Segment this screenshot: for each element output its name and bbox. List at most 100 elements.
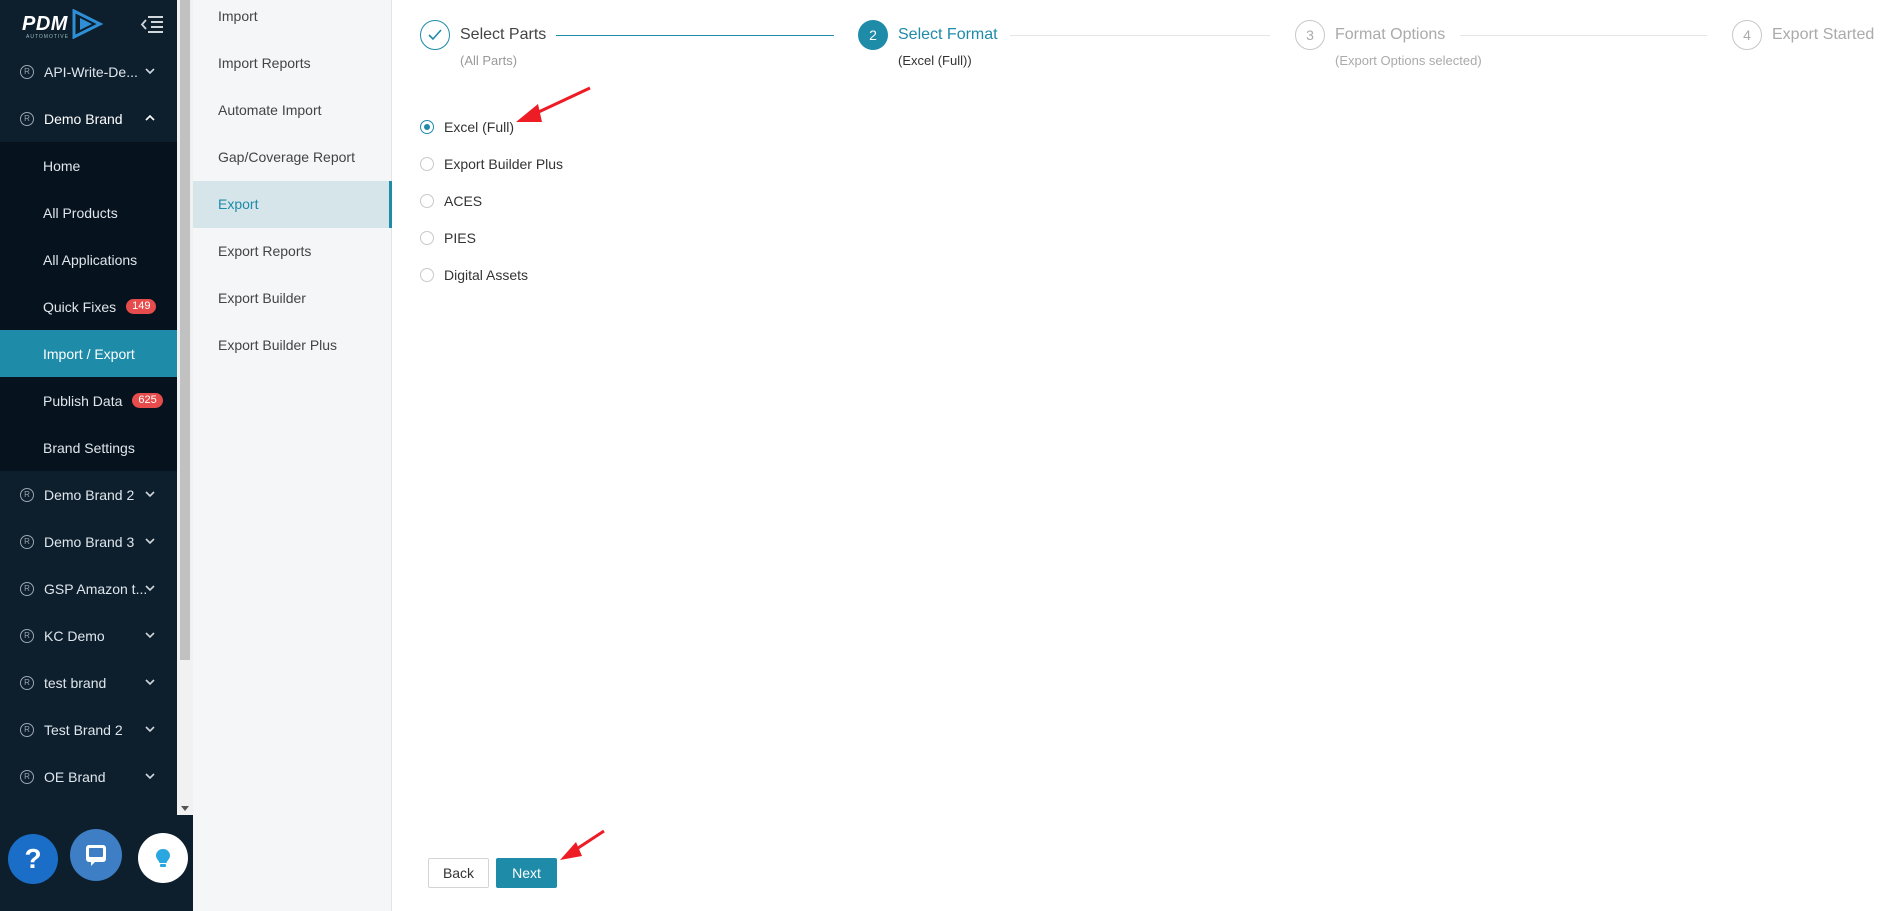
sidebar-item-all-products[interactable]: All Products (0, 189, 177, 236)
brand-label: GSP Amazon t... (44, 580, 148, 597)
import-export-submenu: Import Import Reports Automate Import Ga… (193, 0, 392, 911)
chevron-down-icon (145, 679, 155, 686)
option-label: PIES (444, 229, 476, 246)
sidebar-brand-gsp-amazon[interactable]: R GSP Amazon t... (0, 565, 177, 612)
submenu-item-gap-coverage-report[interactable]: Gap/Coverage Report (193, 134, 391, 181)
radio-button[interactable] (420, 156, 434, 171)
registered-icon: R (20, 487, 34, 502)
sidebar-item-label: Home (43, 157, 81, 174)
registered-icon: R (20, 581, 34, 596)
sidebar-item-label: Import / Export (43, 345, 135, 362)
step-title: Export Started (1772, 26, 1875, 43)
sidebar-brand-demo-brand-2[interactable]: R Demo Brand 2 (0, 471, 177, 518)
sidebar-brand-kc-demo[interactable]: R KC Demo (0, 612, 177, 659)
registered-icon: R (20, 534, 34, 549)
check-icon (420, 20, 450, 50)
format-option-aces[interactable]: ACES (420, 182, 563, 219)
submenu-item-export-builder-plus[interactable]: Export Builder Plus (193, 322, 391, 369)
brand-label: test brand (44, 674, 107, 691)
option-label: Digital Assets (444, 266, 529, 283)
scrollbar-thumb[interactable] (180, 0, 190, 660)
sidebar-item-import-export[interactable]: Import / Export (0, 330, 177, 377)
step-subtitle: (Export Options selected) (1335, 53, 1482, 68)
submenu-item-automate-import[interactable]: Automate Import (193, 87, 391, 134)
step-connector (1010, 35, 1270, 36)
step-number: 3 (1295, 20, 1325, 50)
option-label: ACES (444, 192, 483, 209)
step-title: Format Options (1335, 26, 1446, 43)
chevron-down-icon (145, 68, 155, 75)
chevron-down-icon (145, 538, 155, 545)
step-number: 4 (1732, 20, 1762, 50)
main-sidebar: PDM AUTOMOTIVE R API-Write-De... R Demo … (0, 0, 177, 815)
tips-button[interactable] (138, 833, 188, 883)
next-button[interactable]: Next (496, 858, 557, 888)
sidebar-brand-demo-brand[interactable]: R Demo Brand (0, 95, 177, 142)
registered-icon: R (20, 769, 34, 784)
radio-button[interactable] (420, 119, 434, 134)
back-button[interactable]: Back (428, 858, 489, 888)
step-number: 2 (858, 20, 888, 50)
logo-play-icon (72, 9, 104, 39)
step-connector (1460, 35, 1707, 36)
brand-label: KC Demo (44, 627, 105, 644)
submenu-item-import[interactable]: Import (193, 0, 391, 40)
sidebar-item-label: Publish Data (43, 392, 123, 409)
help-label: ? (24, 843, 42, 874)
sidebar-item-brand-settings[interactable]: Brand Settings (0, 424, 177, 471)
step-title: Select Format (898, 26, 998, 43)
brand-label: API-Write-De... (44, 63, 138, 80)
sidebar-brand-api-write[interactable]: R API-Write-De... (0, 48, 177, 95)
radio-button[interactable] (420, 230, 434, 245)
chevron-down-icon (145, 726, 155, 733)
radio-button[interactable] (420, 267, 434, 282)
sidebar-item-quick-fixes[interactable]: Quick Fixes 149 (0, 283, 177, 330)
sidebar-item-all-applications[interactable]: All Applications (0, 236, 177, 283)
collapse-menu-icon[interactable] (140, 14, 164, 34)
chevron-up-icon (145, 114, 155, 121)
sidebar-item-label: All Products (43, 204, 118, 221)
chat-icon (86, 845, 106, 866)
scroll-down-arrow-icon[interactable] (181, 806, 189, 811)
sidebar-item-label: Brand Settings (43, 439, 135, 456)
registered-icon: R (20, 675, 34, 690)
chevron-down-icon (145, 632, 155, 639)
sidebar-brand-test-brand[interactable]: R test brand (0, 659, 177, 706)
brand-label: Demo Brand (44, 110, 123, 127)
brand-label: Demo Brand 2 (44, 486, 135, 503)
sidebar-brand-demo-brand-3[interactable]: R Demo Brand 3 (0, 518, 177, 565)
chat-button[interactable] (70, 829, 122, 881)
option-label: Excel (Full) (444, 118, 515, 135)
step-connector (556, 35, 834, 36)
step-title: Select Parts (460, 26, 547, 43)
registered-icon: R (20, 64, 34, 79)
submenu-item-import-reports[interactable]: Import Reports (193, 40, 391, 87)
registered-icon: R (20, 628, 34, 643)
sidebar-item-publish-data[interactable]: Publish Data 625 (0, 377, 177, 424)
format-option-export-builder-plus[interactable]: Export Builder Plus (420, 145, 563, 182)
submenu-item-export-reports[interactable]: Export Reports (193, 228, 391, 275)
logo-subtext: AUTOMOTIVE (26, 34, 69, 40)
logo-text: PDM (22, 12, 68, 35)
format-option-digital-assets[interactable]: Digital Assets (420, 256, 563, 293)
count-badge: 149 (126, 299, 157, 314)
option-label: Export Builder Plus (444, 155, 564, 172)
sidebar-item-home[interactable]: Home (0, 142, 177, 189)
sidebar-brand-test-brand-2[interactable]: R Test Brand 2 (0, 706, 177, 753)
sidebar-scrollbar[interactable] (177, 0, 193, 815)
help-button[interactable]: ? (8, 834, 58, 884)
logo-bar: PDM AUTOMOTIVE (0, 0, 177, 48)
chevron-down-icon (145, 585, 155, 592)
sidebar-brand-oe-brand[interactable]: R OE Brand (0, 753, 177, 800)
step-subtitle: (All Parts) (460, 53, 518, 68)
format-options-list: Excel (Full) Export Builder Plus ACES PI… (420, 108, 563, 293)
bottom-widget-bar: ? (0, 815, 193, 911)
submenu-item-export-builder[interactable]: Export Builder (193, 275, 391, 322)
export-wizard: Select Parts (All Parts) 2 Select Format… (392, 0, 1895, 911)
submenu-item-export[interactable]: Export (193, 181, 392, 228)
registered-icon: R (20, 722, 34, 737)
radio-button[interactable] (420, 193, 434, 208)
sidebar-item-label: Quick Fixes (43, 298, 117, 315)
brand-label: Demo Brand 3 (44, 533, 135, 550)
format-option-pies[interactable]: PIES (420, 219, 563, 256)
